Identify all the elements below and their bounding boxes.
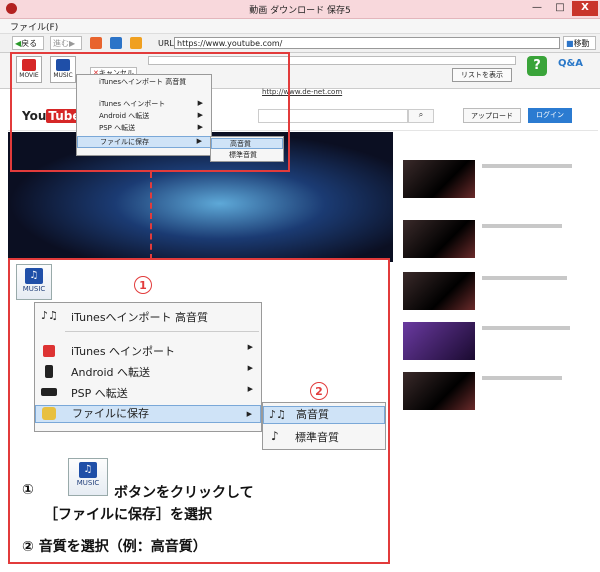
submenu-arrow-icon: ▶ (247, 343, 253, 351)
menu-item-label: iTunes へインポート (71, 345, 176, 358)
maximize-button[interactable]: □ (549, 1, 571, 16)
video-thumbnail[interactable] (403, 220, 475, 258)
go-icon: ■ (566, 39, 574, 48)
video-thumbnail[interactable] (403, 272, 475, 310)
step1-text: ボタンをクリックして (114, 485, 254, 501)
home-icon[interactable] (130, 37, 142, 49)
marker-1: 1 (134, 276, 152, 294)
login-button[interactable]: ログイン (528, 108, 572, 123)
menu-separator (65, 331, 259, 332)
url-input[interactable]: https://www.youtube.com/ (174, 37, 560, 49)
video-thumbnail[interactable] (403, 372, 475, 410)
help-button[interactable]: ? (527, 56, 547, 76)
stop-icon[interactable] (90, 37, 102, 49)
video-title-line (482, 326, 570, 330)
music-note-icon: ♪ (271, 429, 279, 443)
menu-item-label: Android へ転送 (71, 366, 151, 379)
refresh-icon[interactable] (110, 37, 122, 49)
menu-item-save-file[interactable]: ファイルに保存 ▶ (35, 405, 261, 423)
back-button[interactable]: ◀戻る (12, 36, 44, 50)
minimize-button[interactable]: — (526, 1, 548, 16)
menu-item-label: PSP へ転送 (71, 387, 128, 400)
qa-button[interactable]: Q&A (558, 58, 586, 76)
submenu-item-label: 高音質 (296, 408, 329, 421)
step2-text: ② 音質を選択（例：高音質） (22, 539, 207, 555)
forward-label: 進む (53, 39, 69, 48)
list-button[interactable]: リストを表示 (452, 68, 512, 82)
connector-line (150, 172, 152, 260)
step1-text-2: ［ファイルに保存］を選択 (44, 507, 212, 523)
back-label: 戻る (21, 39, 38, 48)
title-bar: 動画 ダウンロード 保存5 — □ X (0, 0, 600, 19)
music-popup-menu: ♪♫ iTunesへインポート 高音質 iTunes へインポート ▶ Andro… (34, 302, 262, 432)
submenu-arrow-icon: ▶ (247, 364, 253, 372)
zoomed-callout: ♫ MUSIC 1 ♪♫ iTunesへインポート 高音質 iTunes へイン… (8, 258, 390, 564)
video-title-line (482, 276, 567, 280)
related-videos (400, 132, 592, 432)
menu-file[interactable]: ファイル(F) (10, 20, 58, 33)
highlight-box-toolbar (10, 52, 290, 172)
video-title-line (482, 164, 572, 168)
window-title: 動画 ダウンロード 保存5 (249, 6, 351, 16)
submenu-item-label: 標準音質 (295, 431, 339, 444)
submenu-arrow-icon: ▶ (246, 410, 252, 418)
music-note-icon: ♫ (25, 268, 43, 284)
menu-item-psp[interactable]: PSP へ転送 ▶ (35, 385, 261, 401)
music-note-icon: ♫ (79, 462, 97, 478)
quality-submenu: 高音質 ♪♫ 標準音質 ♪ (262, 402, 386, 450)
music-button-zoomed[interactable]: ♫ MUSIC (16, 264, 52, 300)
folder-icon (42, 407, 56, 420)
menu-bar: ファイル(F) (0, 19, 600, 34)
url-label: URL (158, 39, 174, 48)
submenu-arrow-icon: ▶ (247, 385, 253, 393)
video-title-line (482, 224, 562, 228)
music-notes-icon: ♪♫ (269, 408, 286, 421)
video-title-line (482, 376, 562, 380)
menu-item-itunes[interactable]: iTunes へインポート ▶ (35, 343, 261, 359)
menu-item-itunes-hq[interactable]: iTunesへインポート 高音質 (35, 309, 261, 325)
menu-item-label: ファイルに保存 (72, 407, 149, 420)
close-button[interactable]: X (572, 1, 598, 16)
marker-2: 2 (310, 382, 328, 400)
video-thumbnail[interactable] (403, 160, 475, 198)
music-button-label: MUSIC (76, 479, 100, 487)
music-button-label: MUSIC (22, 285, 46, 293)
forward-arrow-icon: ▶ (69, 39, 76, 48)
upload-button[interactable]: アップロード (463, 108, 521, 123)
forward-button[interactable]: 進む▶ (50, 36, 82, 50)
step1-number: ① (22, 482, 34, 498)
menu-item-label: iTunesへインポート 高音質 (71, 311, 209, 324)
go-button[interactable]: ■移動 (563, 36, 596, 50)
video-thumbnail[interactable] (403, 322, 475, 360)
search-icon[interactable]: ⌕ (408, 109, 434, 123)
submenu-item-standard[interactable]: 標準音質 (263, 429, 385, 445)
menu-item-android[interactable]: Android へ転送 ▶ (35, 364, 261, 380)
nav-bar: ◀戻る 進む▶ URL https://www.youtube.com/ ■移動 (0, 34, 600, 53)
music-button-icon-inline: ♫ MUSIC (68, 458, 108, 496)
go-label: 移動 (573, 39, 590, 48)
